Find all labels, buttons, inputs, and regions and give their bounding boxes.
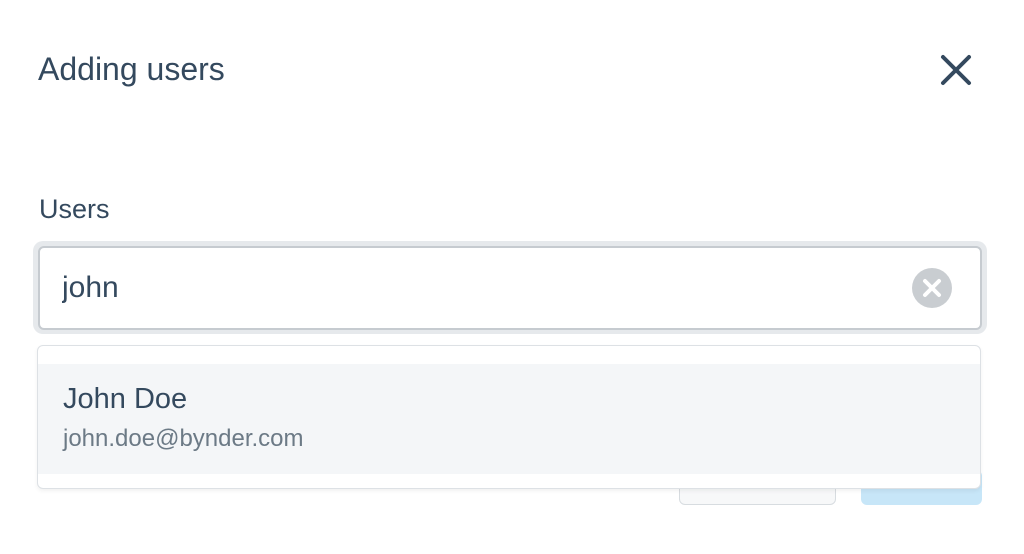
user-suggestions-dropdown: John Doe john.doe@bynder.com [37, 345, 981, 489]
clear-input-button[interactable] [912, 268, 952, 308]
clear-circle-icon [912, 268, 952, 308]
add-users-dialog: Adding users Users John Doe john.doe@byn… [0, 0, 1024, 554]
close-button[interactable] [934, 48, 978, 92]
suggestion-email: john.doe@bynder.com [63, 425, 304, 452]
dialog-title: Adding users [38, 51, 225, 87]
users-search-input[interactable] [62, 248, 902, 328]
close-icon [941, 55, 971, 85]
users-field-label: Users [39, 194, 110, 224]
suggestion-item[interactable]: John Doe john.doe@bynder.com [38, 364, 980, 474]
users-search-box[interactable] [38, 246, 982, 330]
suggestion-name: John Doe [63, 383, 188, 415]
